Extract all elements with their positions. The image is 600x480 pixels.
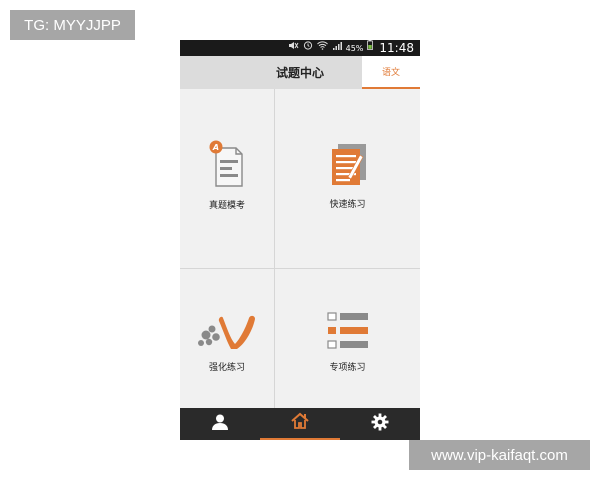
quick-practice-tile[interactable]: 快速练习 bbox=[275, 89, 420, 269]
home-icon bbox=[290, 412, 310, 434]
nav-profile[interactable] bbox=[180, 408, 260, 440]
wifi-icon bbox=[316, 40, 328, 56]
intensive-practice-icon bbox=[197, 312, 257, 354]
mock-exam-label: 真题模考 bbox=[208, 201, 245, 211]
mock-exam-tile[interactable]: A 真题模考 bbox=[180, 89, 275, 269]
nav-home[interactable] bbox=[260, 408, 340, 440]
quick-practice-label: 快速练习 bbox=[329, 200, 366, 210]
quick-practice-icon bbox=[328, 141, 368, 191]
mute-icon bbox=[288, 40, 299, 56]
mock-exam-badge: A bbox=[212, 143, 219, 152]
mock-exam-icon: A bbox=[207, 140, 247, 192]
title-bar: 试题中心 语文 bbox=[180, 56, 420, 89]
watermark-top: TG: MYYJJPP bbox=[10, 10, 135, 40]
nav-settings[interactable] bbox=[340, 408, 420, 440]
alarm-icon bbox=[303, 40, 313, 56]
bottom-nav bbox=[180, 408, 420, 440]
intensive-practice-label: 强化练习 bbox=[208, 363, 245, 373]
special-practice-tile[interactable]: 专项练习 bbox=[275, 269, 420, 408]
user-icon bbox=[211, 413, 229, 435]
phone-screen: 45% 11:48 试题中心 语文 A 真题模考 快速练习 强化练习 专项练习 bbox=[180, 40, 420, 440]
intensive-practice-tile[interactable]: 强化练习 bbox=[180, 269, 275, 408]
clock: 11:48 bbox=[379, 41, 414, 55]
special-practice-icon bbox=[326, 312, 369, 354]
battery-percent: 45% bbox=[345, 43, 364, 53]
practice-grid: A 真题模考 快速练习 强化练习 专项练习 bbox=[180, 89, 420, 408]
special-practice-label: 专项练习 bbox=[329, 363, 366, 373]
gear-icon bbox=[371, 413, 389, 435]
battery-icon bbox=[367, 40, 374, 56]
status-bar: 45% 11:48 bbox=[180, 40, 420, 56]
watermark-bottom: www.vip-kaifaqt.com bbox=[409, 440, 590, 470]
signal-icon bbox=[332, 40, 342, 56]
subject-tab[interactable]: 语文 bbox=[362, 56, 420, 89]
